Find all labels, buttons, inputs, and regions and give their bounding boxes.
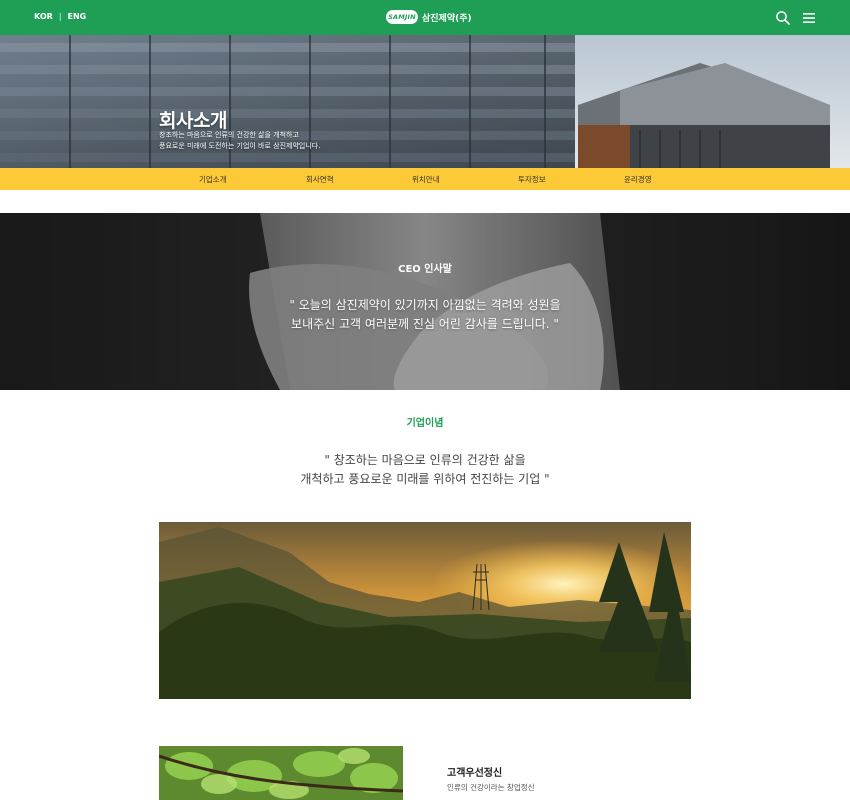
top-header: KOR | ENG SAMJIN 삼진제약(주) <box>0 0 850 35</box>
subnav-item-company-intro[interactable]: 기업소개 <box>199 174 227 185</box>
lang-separator: | <box>58 12 62 21</box>
lang-eng-link[interactable]: ENG <box>68 12 87 21</box>
philosophy-quote: " 창조하는 마음으로 인류의 건강한 삶을 개척하고 풍요로운 미래를 위하여… <box>0 451 850 489</box>
sub-navigation: 기업소개 회사연혁 위치안내 투자정보 윤리경영 <box>0 168 850 190</box>
hamburger-menu-icon[interactable] <box>801 10 817 26</box>
philosophy-section-title: 기업이념 <box>406 418 444 429</box>
subnav-item-location[interactable]: 위치안내 <box>412 174 440 185</box>
ceo-quote-line-1: " 오늘의 삼진제약이 있기까지 아낌없는 격려와 성원을 <box>289 298 561 312</box>
customer-spirit-title: 고객우선정신 <box>447 768 503 779</box>
language-switcher: KOR | ENG <box>34 12 86 21</box>
customer-spirit-description: 인류의 건강이라는 창업정신 <box>447 783 535 792</box>
hero-subtitle-line-2: 풍요로운 미래에 도전하는 기업이 바로 삼진제약입니다. <box>159 142 321 150</box>
ceo-message-section: CEO 인사말 " 오늘의 삼진제약이 있기까지 아낌없는 격려와 성원을 보내… <box>0 213 850 390</box>
subnav-item-investor[interactable]: 투자정보 <box>518 174 546 185</box>
sunset-forest-image <box>159 522 691 699</box>
hero-banner: 회사소개 창조하는 마음으로 인류의 건강한 삶을 개척하고 풍요로운 미래에 … <box>0 35 850 168</box>
search-icon[interactable] <box>775 10 791 26</box>
logo-name: 삼진제약(주) <box>422 13 472 24</box>
hero-title: 회사소개 <box>159 110 227 132</box>
hero-subtitle-line-1: 창조하는 마음으로 인류의 건강한 삶을 개척하고 <box>159 131 299 139</box>
ceo-quote-line-2: 보내주신 고객 여러분께 진심 어린 감사를 드립니다. " <box>291 317 559 331</box>
hero-subtitle: 창조하는 마음으로 인류의 건강한 삶을 개척하고 풍요로운 미래에 도전하는 … <box>159 130 320 152</box>
green-leaves-image <box>159 746 403 800</box>
philosophy-quote-line-2: 개척하고 풍요로운 미래를 위하여 전진하는 기업 " <box>300 472 550 486</box>
company-logo[interactable]: SAMJIN 삼진제약(주) <box>386 10 472 24</box>
subnav-item-history[interactable]: 회사연혁 <box>306 174 334 185</box>
lang-kor-link[interactable]: KOR <box>34 12 53 21</box>
hero-building-image <box>0 35 850 168</box>
ceo-quote: " 오늘의 삼진제약이 있기까지 아낌없는 격려와 성원을 보내주신 고객 여러… <box>0 296 850 334</box>
logo-badge: SAMJIN <box>386 10 418 24</box>
subnav-item-ethics[interactable]: 윤리경영 <box>624 174 652 185</box>
philosophy-quote-line-1: " 창조하는 마음으로 인류의 건강한 삶을 <box>324 453 526 467</box>
ceo-section-title: CEO 인사말 <box>398 264 452 275</box>
